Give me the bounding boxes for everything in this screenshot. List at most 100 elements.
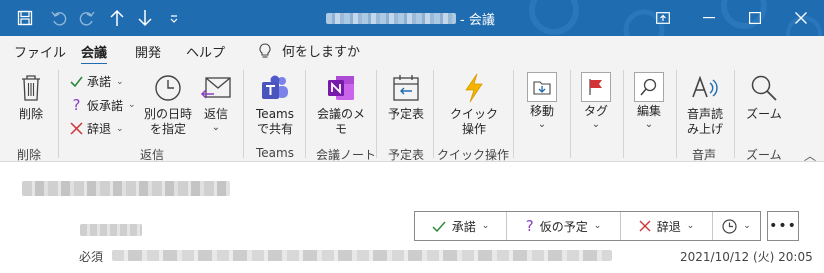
editing-label-button[interactable]: 編集 ⌄ (629, 104, 669, 130)
quick-steps-label-line1: クイック (449, 107, 498, 121)
collapse-ribbon-icon[interactable]: ︿ (804, 147, 816, 164)
chevron-down-icon: ⌄ (128, 100, 136, 110)
group-divider (58, 70, 59, 158)
calendar-button[interactable]: 予定表 (384, 72, 428, 122)
required-attendees-list (112, 250, 612, 261)
chevron-down-icon: ⌄ (116, 123, 124, 134)
tab-developer[interactable]: 開発 (135, 42, 161, 61)
tab-help[interactable]: ヘルプ (186, 42, 225, 61)
propose-time-response-button[interactable]: ⌄ (713, 212, 760, 240)
delete-label: 削除 (18, 107, 43, 121)
chevron-down-icon: ⌄ (537, 119, 547, 130)
group-divider (570, 70, 571, 158)
delete-button[interactable]: 削除 (12, 72, 50, 122)
magnifier-icon (750, 72, 778, 104)
group-label-teams: Teams (256, 146, 294, 160)
tags-button[interactable] (581, 72, 611, 102)
reply-label: 返信 (203, 107, 228, 121)
required-attendees-label: 必須 (79, 250, 104, 264)
tab-meeting[interactable]: 会議 (81, 42, 108, 65)
move-folder-icon (533, 81, 551, 95)
tentative-response-label: 仮の予定 (539, 219, 588, 234)
down-arrow-icon[interactable] (134, 6, 156, 30)
group-divider (305, 70, 306, 158)
editing-label: 編集 (636, 104, 661, 118)
clock-icon (722, 218, 737, 234)
group-divider (623, 70, 624, 158)
checkmark-icon (70, 76, 83, 87)
maximize-icon[interactable] (732, 0, 778, 36)
read-aloud-button[interactable]: 音声読 み上げ (682, 72, 728, 137)
sender-name (80, 224, 142, 236)
lightning-icon (463, 72, 485, 104)
save-icon[interactable] (14, 6, 36, 30)
zoom-button[interactable]: ズーム (742, 72, 786, 122)
group-label-respond: 返信 (140, 148, 165, 162)
move-button[interactable] (527, 72, 557, 102)
move-label: 移動 (529, 104, 554, 118)
customize-icon[interactable] (164, 6, 184, 30)
close-icon[interactable] (778, 0, 824, 36)
decline-label: 辞退 (87, 122, 112, 136)
reply-button[interactable]: 返信 ⌄ (198, 72, 234, 133)
chevron-down-icon: ⌄ (743, 221, 751, 231)
quick-steps-button[interactable]: クイック 操作 (446, 72, 502, 137)
chevron-down-icon: ⌄ (591, 119, 601, 130)
read-aloud-label-line2: み上げ (686, 122, 723, 136)
teams-label-line2: で共有 (256, 122, 293, 136)
meeting-notes-button[interactable]: 会議のメモ (312, 72, 370, 137)
decline-button[interactable]: 辞退 ⌄ (70, 120, 124, 137)
calendar-label: 予定表 (387, 107, 424, 121)
group-divider (734, 70, 735, 158)
editing-button[interactable] (634, 72, 664, 102)
read-aloud-label-line1: 音声読 (686, 107, 723, 121)
group-divider (376, 70, 377, 158)
group-label-delete: 削除 (17, 148, 42, 162)
chevron-down-icon: ⌄ (644, 119, 654, 130)
accept-button[interactable]: 承諾 ⌄ (70, 73, 124, 90)
window-title: - 会議 (460, 13, 495, 28)
propose-label-line2: を指定 (149, 122, 186, 136)
accept-response-label: 承諾 (451, 219, 476, 234)
tentative-button[interactable]: ? 仮承諾 ⌄ (70, 96, 136, 114)
tab-file[interactable]: ファイル (14, 42, 66, 61)
meeting-notes-label: 会議のメモ (316, 107, 365, 136)
ribbon: 削除 削除 承諾 ⌄ ? 仮承諾 ⌄ 辞退 ⌄ 別の日時 を指定 返信 ⌄ 返信 (0, 64, 824, 223)
window-title-subject (326, 13, 456, 24)
accept-response-button[interactable]: 承諾 ⌄ (415, 212, 507, 240)
teams-icon (260, 72, 290, 104)
group-divider (676, 70, 677, 158)
lightbulb-icon (259, 42, 271, 58)
minimize-icon[interactable] (686, 0, 732, 36)
undo-icon[interactable] (48, 6, 70, 30)
decline-response-button[interactable]: 辞退 ⌄ (621, 212, 713, 240)
question-mark-icon: ? (72, 96, 81, 114)
tags-label-button[interactable]: タグ ⌄ (576, 104, 616, 130)
chevron-down-icon: ⌄ (481, 221, 490, 231)
quick-steps-label-line2: 操作 (461, 122, 486, 136)
checkmark-icon (432, 221, 446, 232)
tentative-response-button[interactable]: ? 仮の予定 ⌄ (507, 212, 621, 240)
menu-bar: ファイル 会議 開発 ヘルプ 何をしますか (0, 36, 824, 65)
group-divider (513, 70, 514, 158)
move-label-button[interactable]: 移動 ⌄ (522, 104, 562, 130)
chevron-down-icon: ⌄ (686, 221, 695, 231)
ribbon-display-options-icon[interactable] (640, 0, 686, 36)
propose-new-time-button[interactable]: 別の日時 を指定 (142, 72, 194, 137)
search-icon (640, 78, 657, 96)
group-divider (243, 70, 244, 158)
tell-me-label: 何をしますか (282, 45, 361, 60)
decline-response-label: 辞退 (656, 219, 681, 234)
up-arrow-icon[interactable] (106, 6, 128, 30)
trash-icon (20, 72, 42, 104)
chevron-down-icon: ⌄ (593, 221, 602, 231)
x-icon (639, 220, 651, 232)
onenote-icon (326, 72, 356, 104)
calendar-icon (392, 72, 420, 104)
more-actions-button[interactable]: ••• (767, 211, 799, 241)
share-to-teams-button[interactable]: Teams で共有 (250, 72, 300, 137)
group-label-speech: 音声 (692, 148, 717, 162)
redo-icon[interactable] (76, 6, 98, 30)
tell-me-search[interactable]: 何をしますか (258, 41, 360, 60)
response-bar: 承諾 ⌄ ? 仮の予定 ⌄ 辞退 ⌄ ⌄ (414, 211, 761, 241)
